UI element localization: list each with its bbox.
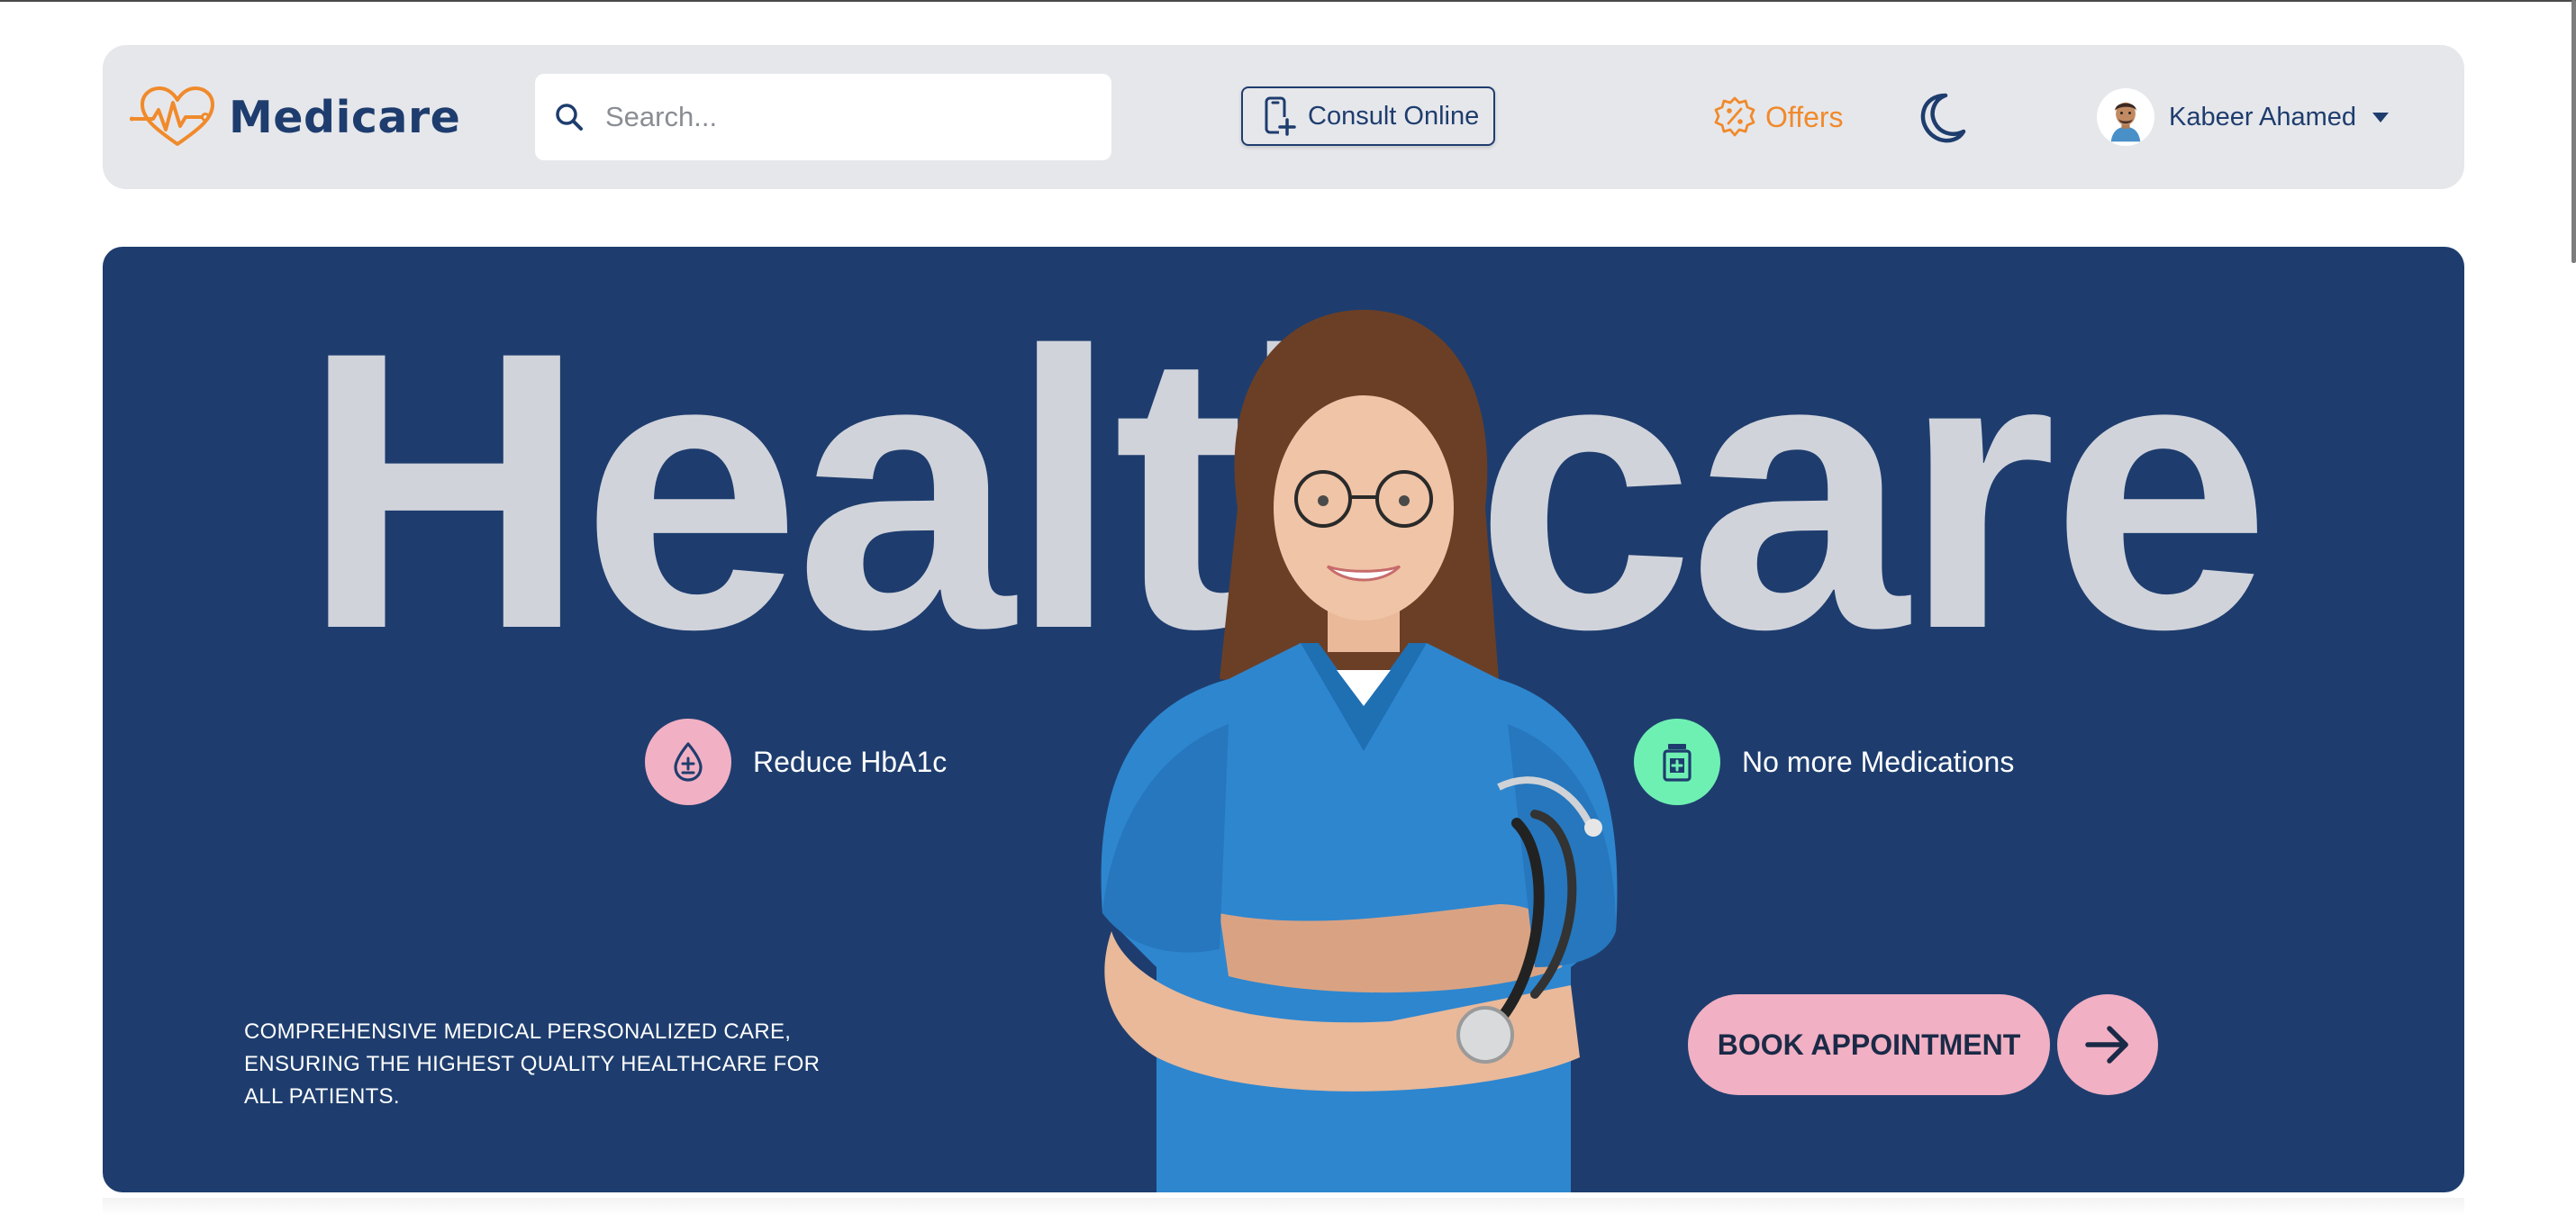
offers-link[interactable]: Offers xyxy=(1713,90,1844,144)
search-icon xyxy=(556,104,583,131)
top-navbar: Medicare Consult Online Offers xyxy=(103,45,2464,189)
feature-icon-badge xyxy=(645,719,731,805)
section-divider xyxy=(103,1198,2464,1216)
hero-tagline: COMPREHENSIVE MEDICAL PERSONALIZED CARE,… xyxy=(244,1019,821,1109)
feature-no-more-medications: No more Medications xyxy=(1634,719,2014,805)
search-box[interactable] xyxy=(535,74,1111,160)
window-top-border xyxy=(0,0,2576,2)
feature-label: No more Medications xyxy=(1742,745,2015,778)
book-appointment-arrow-button[interactable] xyxy=(2057,994,2158,1095)
discount-badge-icon xyxy=(1714,96,1755,137)
avatar xyxy=(2097,88,2154,146)
brand-logo[interactable]: Medicare xyxy=(130,85,460,149)
book-appointment-button[interactable]: BOOK APPOINTMENT xyxy=(1688,994,2050,1095)
consult-online-button[interactable]: Consult Online xyxy=(1241,86,1495,146)
medicine-bottle-icon xyxy=(1663,744,1692,782)
user-menu[interactable]: Kabeer Ahamed xyxy=(2097,86,2389,148)
user-name: Kabeer Ahamed xyxy=(2169,102,2356,131)
hero-banner: Healthcare xyxy=(103,247,2464,1192)
mobile-plus-icon xyxy=(1265,96,1296,136)
chevron-down-icon[interactable] xyxy=(2372,112,2389,122)
consult-online-label: Consult Online xyxy=(1308,101,1480,131)
blood-drop-icon xyxy=(674,742,703,782)
feature-label: Reduce HbA1c xyxy=(753,745,948,778)
offers-label: Offers xyxy=(1765,100,1844,133)
feature-icon-badge xyxy=(1634,719,1720,805)
search-input[interactable] xyxy=(603,100,1075,134)
user-avatar-icon xyxy=(2100,92,2151,142)
moon-icon[interactable] xyxy=(1917,90,1971,144)
scrollbar-thumb[interactable] xyxy=(2571,0,2576,263)
heart-pulse-icon xyxy=(130,86,214,146)
brand-name: Medicare xyxy=(229,91,461,143)
feature-reduce-hba1c: Reduce HbA1c xyxy=(645,719,947,805)
doctor-image xyxy=(1101,310,1618,1192)
arrow-right-icon xyxy=(2085,1026,2128,1064)
